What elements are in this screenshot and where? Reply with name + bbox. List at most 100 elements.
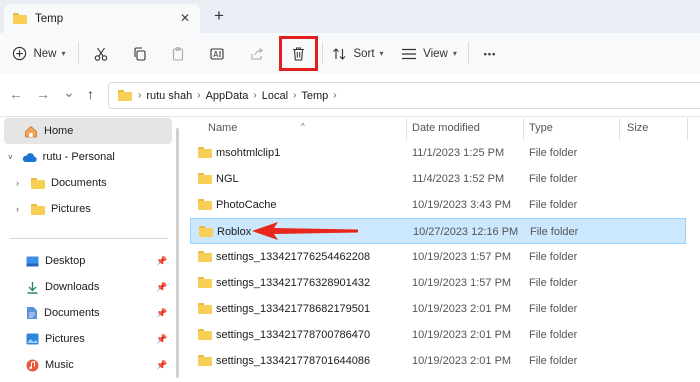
sidebar-item-label: Home <box>44 125 74 137</box>
desktop-icon <box>26 256 39 266</box>
file-row[interactable]: settings_133421776328901432 10/19/2023 1… <box>190 270 686 296</box>
back-button[interactable]: ← <box>9 86 23 102</box>
file-name: settings_133421778682179501 <box>216 303 371 315</box>
pin-icon[interactable]: 📌 <box>156 256 167 267</box>
sort-label: Sort <box>353 47 375 60</box>
file-row[interactable]: PhotoCache 10/19/2023 3:43 PM File folde… <box>190 192 686 218</box>
file-row[interactable]: settings_133421776254462208 10/19/2023 1… <box>190 244 686 270</box>
sidebar-item-pictures[interactable]: › Pictures <box>0 196 172 222</box>
file-date: 11/1/2023 1:25 PM <box>412 147 505 159</box>
paste-button[interactable] <box>163 33 193 74</box>
close-tab-icon[interactable]: ✕ <box>180 11 190 25</box>
folder-icon <box>198 147 212 158</box>
sidebar-item-documents[interactable]: › Documents <box>0 170 172 196</box>
copy-icon <box>134 46 146 61</box>
sidebar-scrollbar[interactable] <box>176 128 179 378</box>
breadcrumb-item[interactable]: Temp <box>301 90 328 102</box>
sidebar-item-label: Desktop <box>45 255 86 267</box>
column-divider[interactable] <box>406 118 407 140</box>
sidebar-item-music[interactable]: Music <box>0 352 172 378</box>
column-header-size[interactable]: Size <box>627 122 648 134</box>
folder-icon <box>198 173 212 184</box>
file-name: msohtmlclip1 <box>216 147 281 159</box>
cut-button[interactable] <box>86 33 116 74</box>
chevron-right-icon: › <box>253 90 257 101</box>
svg-text:A: A <box>213 50 219 59</box>
pin-icon[interactable]: 📌 <box>156 308 167 319</box>
view-button[interactable]: View ▾ <box>400 33 458 74</box>
sort-ascending-icon: ^ <box>301 122 305 131</box>
file-type: File folder <box>530 226 579 238</box>
new-tab-button[interactable]: + <box>214 6 224 26</box>
column-header-type[interactable]: Type <box>529 122 553 134</box>
breadcrumb-item[interactable]: AppData <box>206 90 249 102</box>
new-button[interactable]: New ▾ <box>8 33 70 74</box>
address-bar[interactable]: › rutu shah › AppData › Local › Temp › <box>108 82 700 109</box>
folder-icon <box>13 13 27 24</box>
sidebar-item-desktop[interactable]: Desktop <box>0 248 172 274</box>
column-header-date[interactable]: Date modified <box>412 122 480 134</box>
folder-icon <box>198 277 212 288</box>
sidebar-item-downloads[interactable]: Downloads <box>0 274 172 300</box>
sidebar-item-label: Music <box>45 359 74 371</box>
column-header-name[interactable]: Name <box>208 122 237 134</box>
file-type: File folder <box>529 173 578 185</box>
file-list: ^ Name Date modified Type Size msohtmlcl… <box>190 118 700 382</box>
file-name: PhotoCache <box>216 199 277 211</box>
share-button[interactable] <box>242 33 272 74</box>
copy-button[interactable] <box>125 33 155 74</box>
file-row[interactable]: NGL 11/4/2023 1:52 PM File folder <box>190 166 686 192</box>
address-row: ← → ⌄ ↑ › rutu shah › AppData › Local › … <box>0 74 700 117</box>
column-divider[interactable] <box>687 118 688 140</box>
chevron-down-icon: ▾ <box>61 49 66 58</box>
annotation-arrow <box>252 222 358 240</box>
recent-locations-button[interactable]: ⌄ <box>63 84 75 101</box>
file-type: File folder <box>529 147 578 159</box>
breadcrumb-item[interactable]: rutu shah <box>146 90 192 102</box>
pin-icon[interactable]: 📌 <box>156 360 167 371</box>
see-more-button[interactable]: ••• <box>476 33 504 74</box>
tab-title: Temp <box>35 12 64 25</box>
sidebar-item-label: Pictures <box>45 333 85 345</box>
folder-icon <box>31 177 45 189</box>
sidebar-item-documents-quick[interactable]: Documents <box>0 300 172 326</box>
file-name: Roblox <box>217 226 252 238</box>
chevron-down-icon: ▾ <box>379 49 384 58</box>
sidebar-item-pictures-quick[interactable]: Pictures <box>0 326 172 352</box>
view-label: View <box>423 47 448 60</box>
up-button[interactable]: ↑ <box>87 86 94 102</box>
forward-button[interactable]: → <box>36 86 50 102</box>
pin-icon[interactable]: 📌 <box>156 282 167 293</box>
file-row[interactable]: settings_133421778701644086 10/19/2023 2… <box>190 348 686 374</box>
folder-icon <box>198 329 212 340</box>
rename-button[interactable]: A <box>202 33 232 74</box>
sidebar-item-label: rutu - Personal <box>42 151 115 163</box>
tab-temp[interactable]: Temp ✕ <box>4 4 200 33</box>
file-row[interactable]: settings_133421778682179501 10/19/2023 2… <box>190 296 686 322</box>
sidebar-item-label: Downloads <box>45 281 100 293</box>
tab-bar: Temp ✕ + <box>0 0 700 33</box>
pin-icon[interactable]: 📌 <box>156 334 167 345</box>
document-icon <box>27 307 37 319</box>
picture-icon <box>26 333 39 345</box>
download-icon <box>27 281 38 294</box>
column-header-row: ^ Name Date modified Type Size <box>190 118 690 140</box>
sort-button[interactable]: Sort ▾ <box>330 33 386 74</box>
file-date: 10/27/2023 12:16 PM <box>413 226 519 238</box>
file-type: File folder <box>529 277 578 289</box>
file-date: 10/19/2023 1:57 PM <box>412 251 512 263</box>
file-date: 10/19/2023 2:01 PM <box>412 303 512 315</box>
file-name: settings_133421778701644086 <box>216 355 371 367</box>
cloud-icon <box>22 152 37 162</box>
file-type: File folder <box>529 251 578 263</box>
sidebar-item-onedrive[interactable]: ˅ rutu - Personal <box>0 144 172 170</box>
column-divider[interactable] <box>619 118 620 140</box>
file-row[interactable]: msohtmlclip1 11/1/2023 1:25 PM File fold… <box>190 140 686 166</box>
file-row[interactable]: settings_133421778700786470 10/19/2023 2… <box>190 322 686 348</box>
breadcrumb-item[interactable]: Local <box>262 90 288 102</box>
column-divider[interactable] <box>523 118 524 140</box>
divider <box>322 42 323 65</box>
plus-circle-icon <box>13 46 27 61</box>
file-type: File folder <box>529 303 578 315</box>
sidebar-item-home[interactable]: Home <box>4 118 172 144</box>
